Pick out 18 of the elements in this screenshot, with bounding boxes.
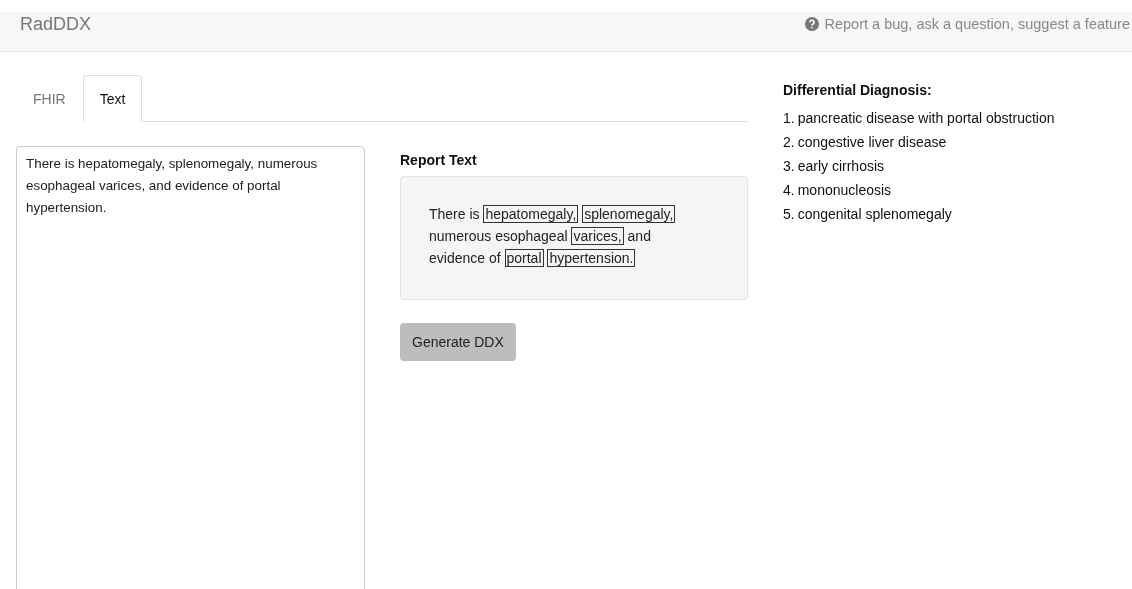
help-icon <box>805 17 820 31</box>
diagnosis-item: early cirrhosis <box>797 157 885 176</box>
text-field[interactable]: There is hepatomegaly, splenomegaly, numerous esophageal varices, and evidence of portal hypertension. <box>16 146 365 589</box>
tab[interactable]: Text <box>82 75 143 122</box>
list-number: 5. <box>783 205 795 224</box>
generate-button[interactable]: Generate DDX <box>400 323 516 361</box>
list-number: 2. <box>783 133 795 152</box>
diagnosis-item: pancreatic disease with portal obstruction <box>797 109 1055 128</box>
brand-title: RadDDX <box>20 13 92 36</box>
list-number: 3. <box>783 157 795 176</box>
report-text: There is hepatomegaly, splenomegaly, numerous esophageal varices, and evidence of portal hypertension. <box>429 204 677 269</box>
diagnosis-item: congenital splenomegaly <box>797 205 952 224</box>
section-heading: Differential Diagnosis: <box>783 81 933 100</box>
list-number: 1. <box>783 109 795 128</box>
diagnosis-item: mononucleosis <box>797 181 892 200</box>
list-number: 4. <box>783 181 795 200</box>
diagnosis-item: congestive liver disease <box>797 133 947 152</box>
section-heading: Report Text <box>400 151 478 170</box>
